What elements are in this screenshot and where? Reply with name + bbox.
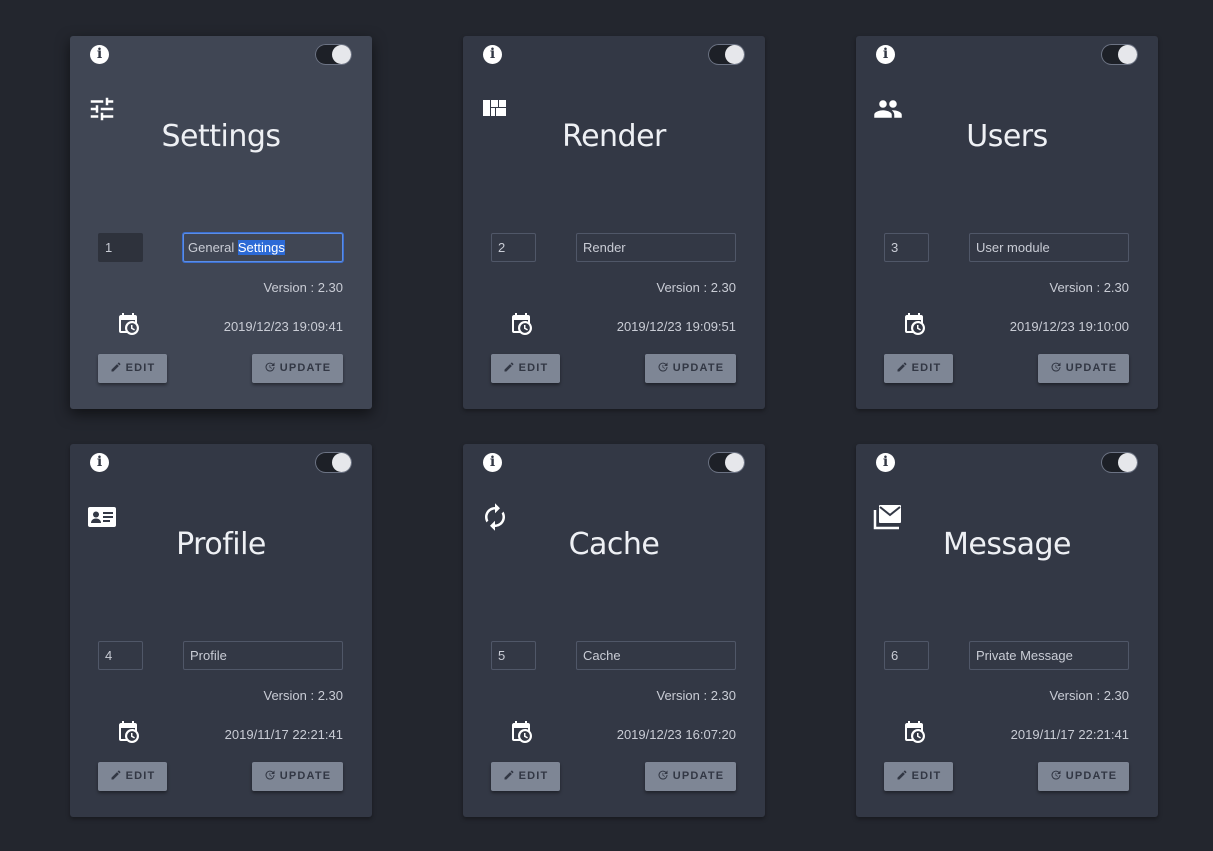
module-name-input[interactable] xyxy=(969,641,1129,670)
edit-label: EDIT xyxy=(125,770,156,782)
module-card-users: i Users Version : 2.30 2019/12/23 19:10:… xyxy=(856,36,1158,409)
module-number-input[interactable] xyxy=(98,233,143,262)
update-icon xyxy=(265,362,275,372)
info-icon[interactable]: i xyxy=(876,45,895,64)
module-title: Message xyxy=(943,527,1071,562)
update-label: UPDATE xyxy=(279,770,332,782)
pencil-icon xyxy=(504,770,514,780)
updated-timestamp: 2019/11/17 22:21:41 xyxy=(1010,727,1129,742)
update-button[interactable]: UPDATE xyxy=(645,762,736,791)
module-title: Users xyxy=(966,119,1048,154)
edit-button[interactable]: EDIT xyxy=(491,762,560,791)
version-label: Version : 2.30 xyxy=(656,688,737,703)
enable-toggle[interactable] xyxy=(315,452,352,473)
module-name-input[interactable]: General Settings xyxy=(183,233,343,262)
calendar-clock-icon xyxy=(116,312,140,336)
toggle-knob xyxy=(332,453,351,472)
module-number-input[interactable] xyxy=(98,641,143,670)
update-icon xyxy=(1051,362,1061,372)
module-title: Settings xyxy=(161,119,281,154)
update-label: UPDATE xyxy=(279,362,332,374)
update-icon xyxy=(658,770,668,780)
update-button[interactable]: UPDATE xyxy=(1038,762,1129,791)
module-card-settings: i Settings General Settings Version : 2.… xyxy=(70,36,372,409)
module-title: Render xyxy=(562,119,666,154)
module-title: Cache xyxy=(568,527,660,562)
info-icon[interactable]: i xyxy=(90,453,109,472)
module-number-input[interactable] xyxy=(884,641,929,670)
update-button[interactable]: UPDATE xyxy=(252,354,343,383)
pencil-icon xyxy=(111,362,121,372)
version-label: Version : 2.30 xyxy=(656,280,737,295)
toggle-knob xyxy=(332,45,351,64)
info-icon[interactable]: i xyxy=(483,453,502,472)
enable-toggle[interactable] xyxy=(1101,452,1138,473)
edit-button[interactable]: EDIT xyxy=(884,762,953,791)
edit-label: EDIT xyxy=(518,362,549,374)
toggle-knob xyxy=(725,453,744,472)
version-label: Version : 2.30 xyxy=(1049,280,1130,295)
pencil-icon xyxy=(111,770,121,780)
version-label: Version : 2.30 xyxy=(263,688,344,703)
module-number-input[interactable] xyxy=(884,233,929,262)
module-title: Profile xyxy=(176,527,266,562)
module-card-render: i Render Version : 2.30 2019/12/23 19:09… xyxy=(463,36,765,409)
edit-button[interactable]: EDIT xyxy=(491,354,560,383)
name-selected-text: Settings xyxy=(237,240,285,255)
pencil-icon xyxy=(897,770,907,780)
update-button[interactable]: UPDATE xyxy=(252,762,343,791)
update-icon xyxy=(658,362,668,372)
edit-label: EDIT xyxy=(518,770,549,782)
enable-toggle[interactable] xyxy=(1101,44,1138,65)
module-name-input[interactable] xyxy=(576,641,736,670)
update-button[interactable]: UPDATE xyxy=(645,354,736,383)
updated-timestamp: 2019/11/17 22:21:41 xyxy=(224,727,343,742)
edit-label: EDIT xyxy=(911,770,942,782)
enable-toggle[interactable] xyxy=(708,44,745,65)
calendar-clock-icon xyxy=(902,312,926,336)
calendar-clock-icon xyxy=(116,720,140,744)
module-name-input[interactable] xyxy=(969,233,1129,262)
update-button[interactable]: UPDATE xyxy=(1038,354,1129,383)
pencil-icon xyxy=(504,362,514,372)
updated-timestamp: 2019/12/23 19:09:51 xyxy=(616,319,736,334)
enable-toggle[interactable] xyxy=(315,44,352,65)
edit-button[interactable]: EDIT xyxy=(884,354,953,383)
version-label: Version : 2.30 xyxy=(263,280,344,295)
update-icon xyxy=(265,770,275,780)
module-card-profile: i Profile Version : 2.30 2019/11/17 22:2… xyxy=(70,444,372,817)
edit-button[interactable]: EDIT xyxy=(98,354,167,383)
enable-toggle[interactable] xyxy=(708,452,745,473)
module-card-message: i Message Version : 2.30 2019/11/17 22:2… xyxy=(856,444,1158,817)
toggle-knob xyxy=(1118,453,1137,472)
info-icon[interactable]: i xyxy=(90,45,109,64)
module-number-input[interactable] xyxy=(491,641,536,670)
update-label: UPDATE xyxy=(1065,362,1118,374)
calendar-clock-icon xyxy=(509,312,533,336)
toggle-knob xyxy=(725,45,744,64)
update-icon xyxy=(1051,770,1061,780)
updated-timestamp: 2019/12/23 16:07:20 xyxy=(616,727,736,742)
updated-timestamp: 2019/12/23 19:09:41 xyxy=(223,319,343,334)
info-icon[interactable]: i xyxy=(876,453,895,472)
info-icon[interactable]: i xyxy=(483,45,502,64)
version-label: Version : 2.30 xyxy=(1049,688,1130,703)
module-name-input[interactable] xyxy=(576,233,736,262)
calendar-clock-icon xyxy=(902,720,926,744)
module-number-input[interactable] xyxy=(491,233,536,262)
update-label: UPDATE xyxy=(672,362,725,374)
toggle-knob xyxy=(1118,45,1137,64)
name-unselected-text: General xyxy=(188,240,238,255)
edit-label: EDIT xyxy=(125,362,156,374)
edit-label: EDIT xyxy=(911,362,942,374)
calendar-clock-icon xyxy=(509,720,533,744)
module-name-input[interactable] xyxy=(183,641,343,670)
module-card-cache: i Cache Version : 2.30 2019/12/23 16:07:… xyxy=(463,444,765,817)
updated-timestamp: 2019/12/23 19:10:00 xyxy=(1009,319,1129,334)
update-label: UPDATE xyxy=(1065,770,1118,782)
edit-button[interactable]: EDIT xyxy=(98,762,167,791)
update-label: UPDATE xyxy=(672,770,725,782)
pencil-icon xyxy=(897,362,907,372)
